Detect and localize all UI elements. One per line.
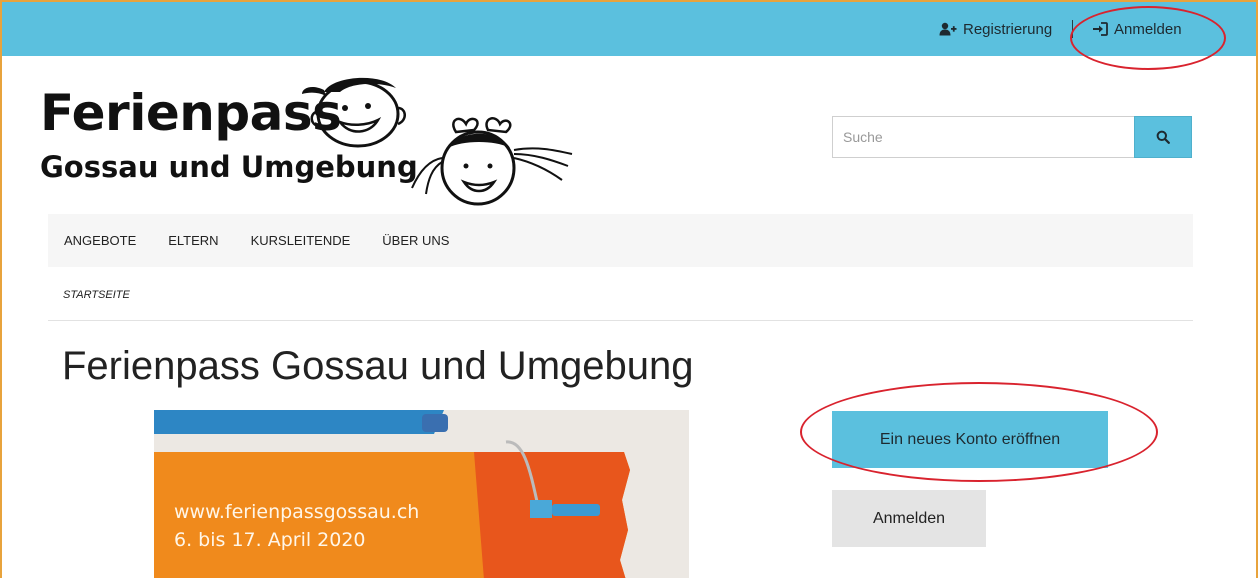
logo-title: Ferienpass: [40, 84, 342, 142]
nav-item-kursleitende[interactable]: KURSLEITENDE: [251, 233, 351, 248]
register-label: Registrierung: [963, 20, 1053, 38]
login-link[interactable]: Anmelden: [1092, 2, 1182, 56]
search-icon: [1156, 130, 1170, 144]
hero-date: 6. bis 17. April 2020: [174, 529, 366, 551]
breadcrumb[interactable]: STARTSEITE: [63, 289, 130, 301]
site-logo[interactable]: Ferienpass Gossau und Umgebung: [40, 70, 600, 210]
search-button[interactable]: [1134, 116, 1192, 158]
nav-item-eltern[interactable]: ELTERN: [168, 233, 218, 248]
nav-item-ueber-uns[interactable]: ÜBER UNS: [382, 233, 449, 248]
new-account-button[interactable]: Ein neues Konto eröffnen: [832, 411, 1108, 468]
page-title: Ferienpass Gossau und Umgebung: [62, 344, 694, 388]
login-button[interactable]: Anmelden: [832, 490, 986, 547]
user-plus-icon: [939, 22, 957, 36]
search-form: [832, 116, 1192, 158]
login-label: Anmelden: [1114, 20, 1182, 38]
search-input[interactable]: [832, 116, 1134, 158]
nav-item-angebote[interactable]: ANGEBOTE: [64, 233, 136, 248]
hero-text: www.ferienpassgossau.ch 6. bis 17. April…: [174, 498, 419, 554]
main-nav: ANGEBOTE ELTERN KURSLEITENDE ÜBER UNS: [48, 214, 1193, 267]
top-bar: Registrierung Anmelden: [2, 2, 1256, 56]
register-link[interactable]: Registrierung: [939, 2, 1052, 56]
page-frame: Registrierung Anmelden Ferienpass Gossau…: [0, 0, 1258, 578]
logo-subtitle: Gossau und Umgebung: [40, 150, 418, 184]
hero-image: www.ferienpassgossau.ch 6. bis 17. April…: [154, 410, 689, 578]
sign-in-icon: [1093, 22, 1108, 36]
divider: [48, 320, 1193, 321]
hero-url: www.ferienpassgossau.ch: [174, 501, 420, 523]
topbar-separator: [1072, 20, 1073, 38]
